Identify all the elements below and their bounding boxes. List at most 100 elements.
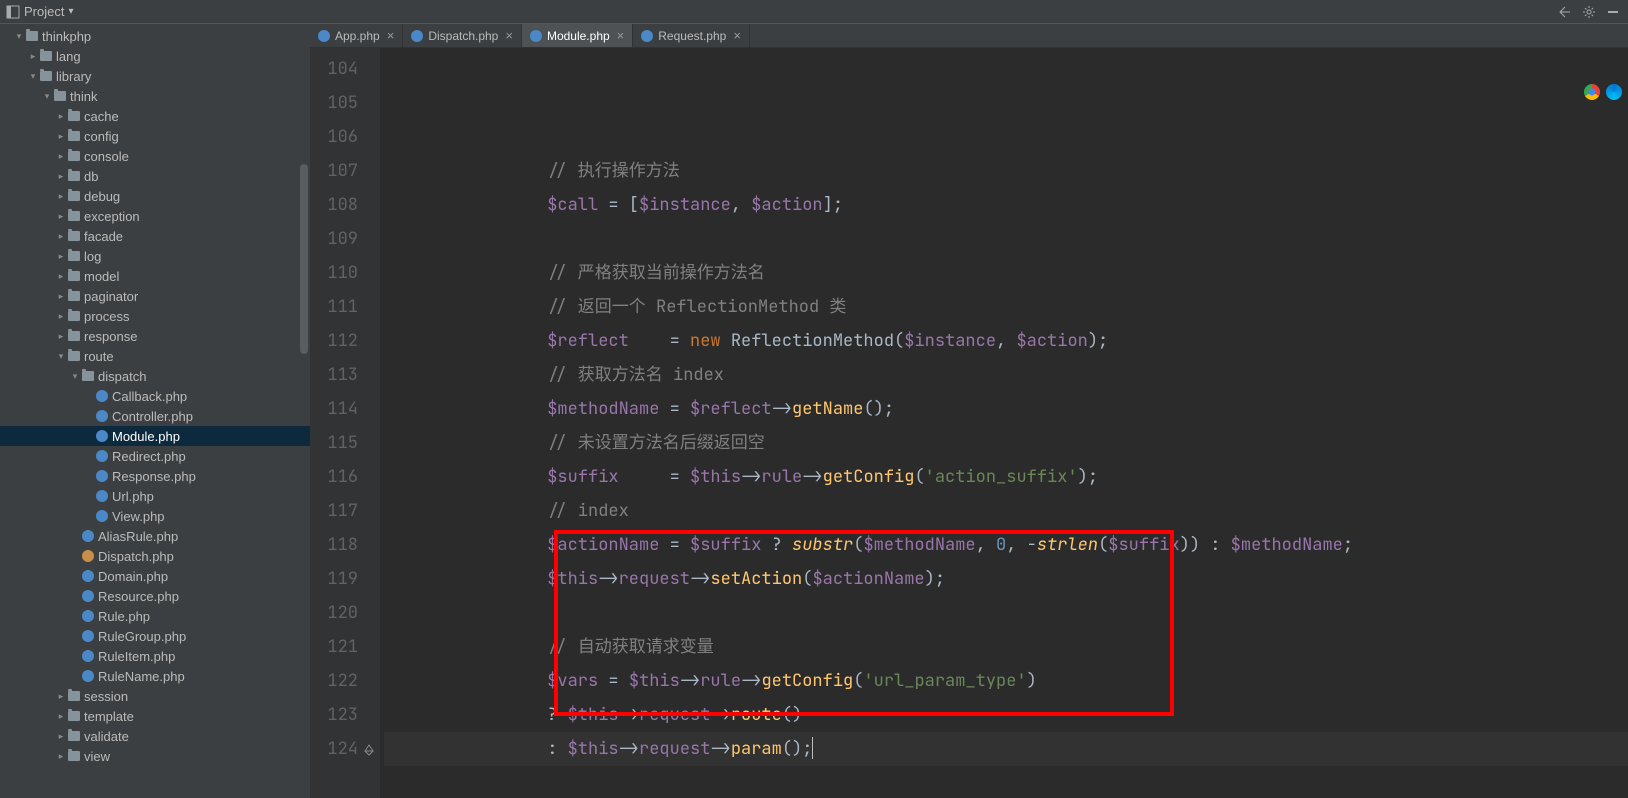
folder-debug[interactable]: ▸debug xyxy=(0,186,310,206)
folder-response[interactable]: ▸response xyxy=(0,326,310,346)
file-View.php[interactable]: View.php xyxy=(0,506,310,526)
tab-module[interactable]: Module.php× xyxy=(522,24,633,47)
file-Controller.php[interactable]: Controller.php xyxy=(0,406,310,426)
tree-item-label: template xyxy=(82,709,134,724)
code-line: // 返回一个 ReflectionMethod 类 xyxy=(384,290,1628,324)
chevron-right-icon[interactable]: ▸ xyxy=(56,731,66,742)
chevron-right-icon[interactable]: ▸ xyxy=(56,111,66,122)
code-line xyxy=(384,222,1628,256)
folder-exception[interactable]: ▸exception xyxy=(0,206,310,226)
file-AliasRule.php[interactable]: AliasRule.php xyxy=(0,526,310,546)
tree-item-label: Redirect.php xyxy=(110,449,186,464)
file-Resource.php[interactable]: Resource.php xyxy=(0,586,310,606)
tree-item-label: process xyxy=(82,309,130,324)
editor-tabs: App.php×Dispatch.php×Module.php×Request.… xyxy=(310,24,1628,48)
chevron-right-icon[interactable]: ▸ xyxy=(56,271,66,282)
file-Domain.php[interactable]: Domain.php xyxy=(0,566,310,586)
folder-facade[interactable]: ▸facade xyxy=(0,226,310,246)
file-Dispatch.php[interactable]: Dispatch.php xyxy=(0,546,310,566)
file-RuleGroup.php[interactable]: RuleGroup.php xyxy=(0,626,310,646)
tab-dispatch[interactable]: Dispatch.php × xyxy=(403,24,522,47)
php-file-icon xyxy=(641,30,653,42)
code-area[interactable]: // 执行操作方法 $call = [$instance, $action]; … xyxy=(380,48,1628,798)
folder-process[interactable]: ▸ process xyxy=(0,306,310,326)
close-icon[interactable]: × xyxy=(503,28,515,43)
folder-icon xyxy=(66,331,82,341)
chevron-right-icon[interactable]: ▸ xyxy=(28,51,38,62)
file-Redirect.php[interactable]: Redirect.php xyxy=(0,446,310,466)
chevron-right-icon[interactable]: ▸ xyxy=(56,231,66,242)
line-number: 109 xyxy=(310,222,380,256)
line-number: 104 xyxy=(310,52,380,86)
collapse-icon[interactable] xyxy=(1558,5,1572,19)
chevron-right-icon[interactable]: ▸ xyxy=(56,131,66,142)
folder-db[interactable]: ▸db xyxy=(0,166,310,186)
php-file-icon xyxy=(530,30,542,42)
tree-item-label: Rule.php xyxy=(96,609,150,624)
chevron-down-icon[interactable]: ▾ xyxy=(56,351,66,362)
sidebar-scrollbar[interactable] xyxy=(300,164,308,354)
chevron-right-icon[interactable]: ▸ xyxy=(56,211,66,222)
close-icon[interactable]: × xyxy=(385,28,397,43)
line-number: 120 xyxy=(310,596,380,630)
chrome-icon[interactable] xyxy=(1584,84,1600,100)
folder-think[interactable]: ▾ think xyxy=(0,86,310,106)
file-RuleName.php[interactable]: RuleName.php xyxy=(0,666,310,686)
project-sidebar[interactable]: ▾thinkphp▸lang▾library▾think▸cache▸confi… xyxy=(0,24,310,798)
file-Url.php[interactable]: Url.php xyxy=(0,486,310,506)
project-tool-window-button[interactable]: Project ▾ xyxy=(0,0,80,23)
hide-icon[interactable] xyxy=(1606,5,1620,19)
chevron-right-icon[interactable]: ▸ xyxy=(56,251,66,262)
close-icon[interactable]: × xyxy=(731,28,743,43)
folder-template[interactable]: ▸ template xyxy=(0,706,310,726)
gear-icon[interactable] xyxy=(1582,5,1596,19)
chevron-down-icon[interactable]: ▾ xyxy=(14,31,24,42)
chevron-right-icon[interactable]: ▸ xyxy=(56,711,66,722)
folder-dispatch[interactable]: ▾dispatch xyxy=(0,366,310,386)
tab-request[interactable]: Request.php× xyxy=(633,24,750,47)
file-RuleItem.php[interactable]: RuleItem.php xyxy=(0,646,310,666)
close-icon[interactable]: × xyxy=(615,28,627,43)
method-marker-icon[interactable] xyxy=(360,740,378,758)
tree-item-label: think xyxy=(68,89,97,104)
tree-item-label: Callback.php xyxy=(110,389,187,404)
chevron-right-icon[interactable]: ▸ xyxy=(56,151,66,162)
tree-item-label: log xyxy=(82,249,101,264)
file-Rule.php[interactable]: Rule.php xyxy=(0,606,310,626)
folder-thinkphp[interactable]: ▾thinkphp xyxy=(0,26,310,46)
chevron-right-icon[interactable]: ▸ xyxy=(56,171,66,182)
file-Callback.php[interactable]: Callback.php xyxy=(0,386,310,406)
folder-icon xyxy=(38,71,54,81)
folder-library[interactable]: ▾library xyxy=(0,66,310,86)
tab-label: Dispatch.php xyxy=(428,29,498,43)
code-line: $call = [$instance, $action]; xyxy=(384,188,1628,222)
chevron-down-icon[interactable]: ▾ xyxy=(70,371,80,382)
chevron-right-icon[interactable]: ▸ xyxy=(56,331,66,342)
tab-app[interactable]: App.php × xyxy=(310,24,403,47)
folder-model[interactable]: ▸model xyxy=(0,266,310,286)
folder-validate[interactable]: ▸validate xyxy=(0,726,310,746)
dropdown-arrow-icon: ▾ xyxy=(68,6,73,17)
tree-item-label: Controller.php xyxy=(110,409,193,424)
folder-console[interactable]: ▸console xyxy=(0,146,310,166)
folder-log[interactable]: ▸ log xyxy=(0,246,310,266)
chevron-down-icon[interactable]: ▾ xyxy=(42,91,52,102)
line-number: 118 xyxy=(310,528,380,562)
folder-config[interactable]: ▸config xyxy=(0,126,310,146)
folder-paginator[interactable]: ▸paginator xyxy=(0,286,310,306)
chevron-down-icon[interactable]: ▾ xyxy=(28,71,38,82)
tab-label: App.php xyxy=(335,29,380,43)
chevron-right-icon[interactable]: ▸ xyxy=(56,691,66,702)
folder-route[interactable]: ▾route xyxy=(0,346,310,366)
chevron-right-icon[interactable]: ▸ xyxy=(56,311,66,322)
folder-lang[interactable]: ▸lang xyxy=(0,46,310,66)
chevron-right-icon[interactable]: ▸ xyxy=(56,191,66,202)
file-Module.php[interactable]: Module.php xyxy=(0,426,310,446)
chevron-right-icon[interactable]: ▸ xyxy=(56,291,66,302)
edge-icon[interactable] xyxy=(1606,84,1622,100)
folder-session[interactable]: ▸session xyxy=(0,686,310,706)
file-Response.php[interactable]: Response.php xyxy=(0,466,310,486)
folder-view[interactable]: ▸view xyxy=(0,746,310,766)
folder-cache[interactable]: ▸cache xyxy=(0,106,310,126)
chevron-right-icon[interactable]: ▸ xyxy=(56,751,66,762)
